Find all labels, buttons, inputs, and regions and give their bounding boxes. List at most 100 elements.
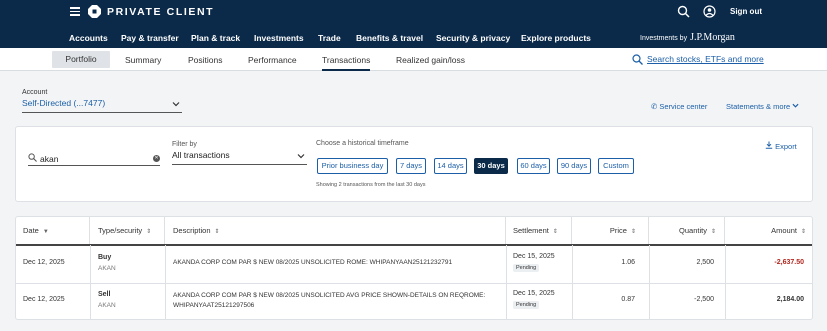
investments-by-label: Investments by [640, 35, 688, 42]
filter-panel: akan ✕ Filter by All transactions Choose… [15, 126, 813, 202]
row-divider [16, 283, 812, 284]
chevron-down-icon [297, 154, 305, 159]
sub-navigation: Portfolio Summary Positions Performance … [0, 48, 827, 71]
sort-icon: ⇕ [552, 229, 558, 235]
row-settlement: Dec 15, 2025 [513, 253, 555, 260]
account-value: Self-Directed (...7477) [22, 98, 106, 108]
nav-pay-transfer[interactable]: Pay & transfer [121, 33, 179, 43]
sort-descending-icon: ▼ [42, 229, 49, 235]
row-description: AKANDA CORP COM PAR $ NEW 08/2025 UNSOLI… [173, 292, 486, 299]
row-price: 1.06 [621, 259, 635, 266]
amount-header-label: Amount [771, 226, 797, 235]
column-header-settlement[interactable]: Settlement ⇕ [506, 217, 572, 245]
tab-portfolio[interactable]: Portfolio [52, 51, 110, 68]
row-price: 0.87 [621, 296, 635, 303]
filter-by-label: Filter by [172, 141, 197, 148]
statements-label: Statements & more [726, 102, 791, 111]
transaction-search-input[interactable]: akan ✕ [28, 153, 160, 166]
nav-security-privacy[interactable]: Security & privacy [436, 33, 510, 43]
sort-icon: ⇕ [710, 229, 716, 235]
status-badge: Pending [513, 301, 540, 309]
search-value: akan [40, 154, 59, 164]
investments-by-jpmorgan: Investments by J.P.Morgan [640, 32, 735, 43]
column-header-description[interactable]: Description ⇕ [165, 217, 506, 245]
status-badge: Pending [513, 264, 540, 272]
account-label: Account [22, 89, 48, 96]
transactions-table: Date ▼ Type/security ⇕ Description ⇕ Settle… [15, 216, 813, 320]
filter-by-select[interactable]: All transactions [172, 150, 307, 165]
type-header-label: Type/security [98, 226, 143, 235]
chevron-down-icon [172, 102, 180, 107]
column-header-type-security[interactable]: Type/security ⇕ [90, 217, 165, 245]
date-header-label: Date [23, 226, 39, 235]
timeframe-60-days[interactable]: 60 days [517, 158, 550, 174]
tab-performance[interactable]: Performance [248, 55, 297, 65]
profile-icon[interactable] [703, 5, 716, 18]
row-date: Dec 12, 2025 [23, 259, 65, 266]
sort-icon: ⇕ [146, 229, 152, 235]
tab-positions[interactable]: Positions [188, 55, 223, 65]
search-icon [632, 54, 643, 65]
row-settlement: Dec 15, 2025 [513, 290, 555, 297]
search-icon[interactable] [677, 5, 690, 18]
chevron-down-icon [792, 103, 799, 108]
top-bar: PRIVATE CLIENT Sign out Accounts Pay & t… [0, 0, 827, 51]
jpmorgan-logo: J.P.Morgan [690, 32, 735, 43]
tab-summary[interactable]: Summary [125, 55, 161, 65]
timeframe-90-days[interactable]: 90 days [557, 158, 591, 174]
search-icon [28, 153, 37, 162]
brand-name: PRIVATE CLIENT [107, 6, 215, 18]
row-quantity: 2,500 [696, 259, 714, 266]
export-label: Export [775, 142, 797, 151]
statements-more-link[interactable]: Statements & more [726, 102, 799, 111]
column-header-amount[interactable]: Amount ⇕ [725, 217, 812, 245]
row-quantity: -2,500 [694, 296, 714, 303]
service-center-label: Service center [659, 102, 708, 111]
row-description-line2: WHIPANYAAT25121297506 [173, 302, 255, 309]
timeframe-14-days[interactable]: 14 days [434, 158, 467, 174]
sort-icon: ⇕ [800, 229, 806, 235]
tab-realized-gain-loss[interactable]: Realized gain/loss [396, 55, 465, 65]
timeframe-7-days[interactable]: 7 days [396, 158, 426, 174]
nav-explore-products[interactable]: Explore products [521, 33, 591, 43]
nav-accounts[interactable]: Accounts [69, 33, 108, 43]
row-description: AKANDA CORP COM PAR $ NEW 08/2025 UNSOLI… [173, 259, 453, 266]
service-center-link[interactable]: ✆ Service center [651, 102, 707, 111]
row-date: Dec 12, 2025 [23, 296, 65, 303]
row-security: AKAN [98, 302, 116, 309]
sort-icon: ⇕ [214, 229, 220, 235]
column-header-quantity[interactable]: Quantity ⇕ [649, 217, 725, 245]
row-amount: -2,637.50 [774, 259, 804, 266]
timeframe-label: Choose a historical timeframe [316, 140, 409, 147]
nav-benefits-travel[interactable]: Benefits & travel [356, 33, 423, 43]
sign-out-link[interactable]: Sign out [730, 7, 762, 16]
nav-trade[interactable]: Trade [318, 33, 341, 43]
timeframe-30-days[interactable]: 30 days [474, 158, 508, 174]
clear-search-icon[interactable]: ✕ [153, 155, 160, 162]
tab-transactions[interactable]: Transactions [322, 55, 371, 71]
phone-icon: ✆ [651, 102, 658, 111]
octagon-logo-icon [88, 5, 101, 18]
column-header-date[interactable]: Date ▼ [16, 217, 90, 245]
timeframe-custom[interactable]: Custom [598, 158, 634, 174]
row-type: Sell [98, 291, 111, 298]
timeframe-prior-business-day[interactable]: Prior business day [317, 158, 388, 174]
quantity-header-label: Quantity [679, 226, 707, 235]
menu-icon[interactable] [70, 7, 80, 16]
results-summary: Showing 2 transactions from the last 30 … [316, 182, 426, 188]
row-security: AKAN [98, 265, 116, 272]
nav-plan-track[interactable]: Plan & track [191, 33, 240, 43]
search-stocks-label: Search stocks, ETFs and more [647, 54, 764, 64]
row-type: Buy [98, 254, 112, 261]
search-stocks-link[interactable]: Search stocks, ETFs and more [632, 54, 764, 65]
nav-investments[interactable]: Investments [254, 33, 304, 51]
export-button[interactable]: Export [765, 141, 797, 151]
download-icon [765, 141, 773, 149]
row-amount: 2,184.00 [776, 296, 804, 303]
sort-icon: ⇕ [630, 229, 636, 235]
settlement-header-label: Settlement [513, 226, 549, 235]
column-header-price[interactable]: Price ⇕ [572, 217, 649, 245]
header-divider [16, 244, 812, 246]
filter-value: All transactions [172, 150, 230, 160]
account-select[interactable]: Self-Directed (...7477) [22, 98, 182, 113]
